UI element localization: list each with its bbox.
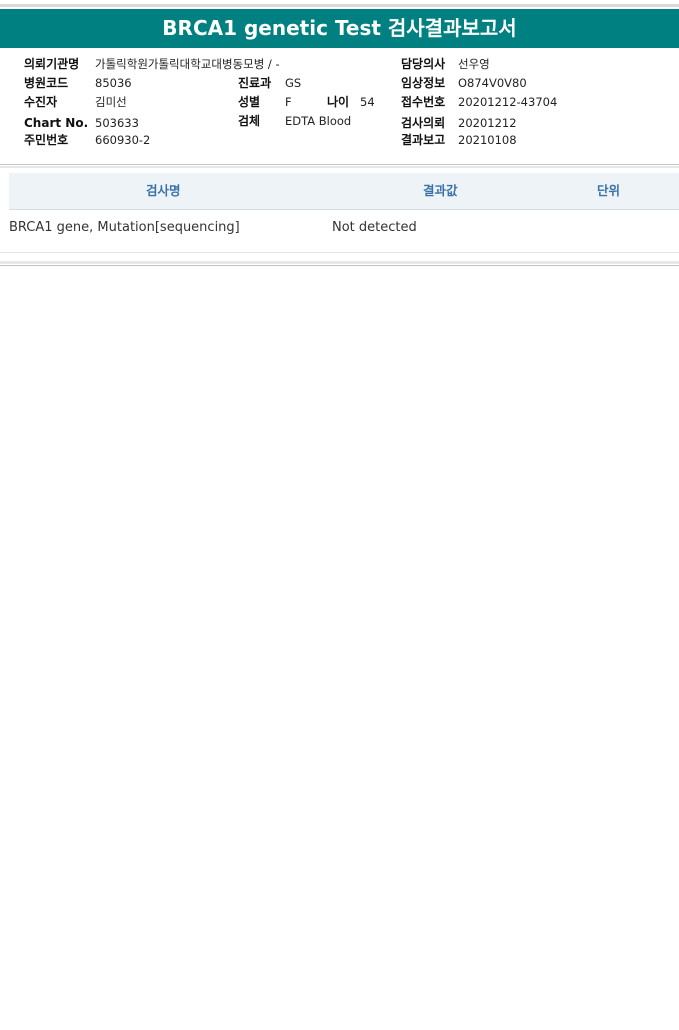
recipient-label: 수진자 — [24, 95, 58, 109]
info-divider-shadow — [0, 166, 679, 168]
bottom-divider-shadow — [0, 261, 679, 264]
bottom-divider — [0, 265, 679, 266]
resident-no-value: 660930-2 — [95, 133, 151, 147]
test-request-label: 검사의뢰 — [401, 116, 446, 130]
receipt-no-label: 접수번호 — [401, 95, 446, 109]
report-page: BRCA1 genetic Test 검사결과보고서 의뢰기관명 가톨릭학원가톨… — [0, 0, 679, 1030]
institution-label: 의뢰기관명 — [24, 57, 80, 71]
resident-no-label: 주민번호 — [24, 133, 69, 147]
result-report-value: 20210108 — [458, 133, 517, 147]
top-divider — [0, 4, 679, 7]
hospital-code-value: 85036 — [95, 76, 132, 90]
cell-test-name: BRCA1 gene, Mutation[sequencing] — [9, 220, 240, 235]
sex-label: 성별 — [238, 95, 261, 109]
department-label: 진료과 — [238, 76, 272, 90]
hospital-code-label: 병원코드 — [24, 76, 69, 90]
chart-no-value: 503633 — [95, 116, 139, 130]
header-result: 결과값 — [423, 183, 458, 198]
chart-no-label: Chart No. — [24, 116, 89, 130]
sex-value: F — [285, 95, 292, 109]
department-value: GS — [285, 76, 302, 90]
report-title: BRCA1 genetic Test 검사결과보고서 — [0, 9, 679, 48]
info-divider — [0, 164, 679, 165]
result-report-label: 결과보고 — [401, 133, 446, 147]
age-label: 나이 — [327, 95, 350, 109]
table-row: BRCA1 gene, Mutation[sequencing] Not det… — [0, 210, 679, 253]
header-test-name: 검사명 — [146, 183, 181, 198]
results-table-header: 검사명 결과값 단위 — [9, 173, 679, 210]
specimen-label: 검체 — [238, 114, 261, 128]
age-value: 54 — [360, 95, 375, 109]
clinical-info-label: 임상정보 — [401, 76, 446, 90]
results-table: 검사명 결과값 단위 BRCA1 gene, Mutation[sequenci… — [0, 173, 679, 253]
recipient-value: 김미선 — [95, 95, 127, 109]
test-request-value: 20201212 — [458, 116, 517, 130]
institution-value: 가톨릭학원가톨릭대학교대병동모병 / - — [95, 57, 280, 71]
specimen-value: EDTA Blood — [285, 114, 352, 128]
cell-result: Not detected — [332, 220, 417, 235]
doctor-label: 담당의사 — [401, 57, 446, 71]
header-unit: 단위 — [597, 183, 621, 198]
clinical-info-value: O874V0V80 — [458, 76, 527, 90]
patient-info-section: 의뢰기관명 가톨릭학원가톨릭대학교대병동모병 / - 병원코드 85036 수진… — [0, 48, 679, 166]
receipt-no-value: 20201212-43704 — [458, 95, 558, 109]
doctor-value: 선우영 — [458, 57, 490, 71]
